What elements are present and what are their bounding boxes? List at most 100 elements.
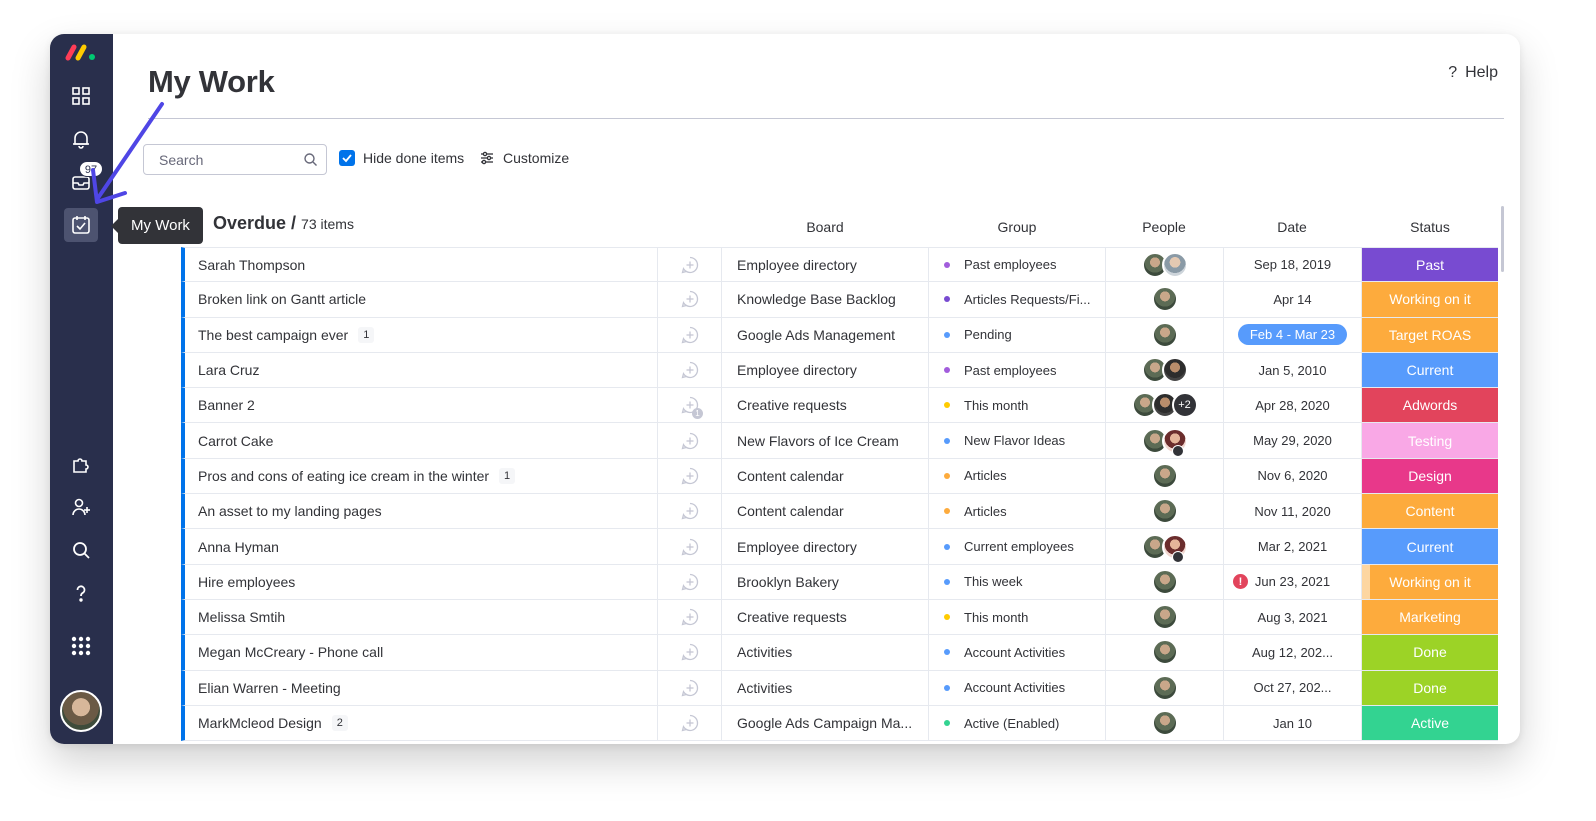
group-cell[interactable]: Past employees xyxy=(929,352,1106,388)
board-cell[interactable]: Content calendar xyxy=(722,494,929,529)
group-cell[interactable]: This week xyxy=(929,564,1106,599)
status-cell[interactable]: Done xyxy=(1362,635,1498,670)
status-cell[interactable]: Adwords xyxy=(1362,388,1498,423)
table-row[interactable]: An asset to my landing pages Content cal… xyxy=(181,494,1498,530)
board-cell[interactable]: Activities xyxy=(722,635,929,670)
date-cell[interactable]: Jan 10 xyxy=(1224,705,1362,741)
people-cell[interactable] xyxy=(1106,458,1224,494)
updates-cell[interactable] xyxy=(658,494,722,529)
date-cell[interactable]: Aug 12, 202... xyxy=(1224,635,1362,670)
people-cell[interactable] xyxy=(1106,705,1224,741)
add-update-icon[interactable] xyxy=(680,642,700,662)
user-avatar[interactable] xyxy=(60,690,102,732)
date-cell[interactable]: Oct 27, 202... xyxy=(1224,670,1362,705)
board-cell[interactable]: Activities xyxy=(722,670,929,705)
status-cell[interactable]: Current xyxy=(1362,529,1498,564)
person-avatar[interactable] xyxy=(1151,710,1178,736)
item-name-cell[interactable]: The best campaign ever 1 xyxy=(185,317,658,352)
item-name[interactable]: An asset to my landing pages xyxy=(198,503,382,519)
date-cell[interactable]: ! Jun 23, 2021 xyxy=(1224,564,1362,599)
add-update-icon[interactable] xyxy=(680,501,700,521)
group-cell[interactable]: Articles xyxy=(929,458,1106,494)
updates-cell[interactable]: 1 xyxy=(658,388,722,423)
status-cell[interactable]: Content xyxy=(1362,494,1498,529)
table-row[interactable]: Lara Cruz Employee directory Past employ… xyxy=(181,352,1498,389)
status-cell[interactable]: Working on it xyxy=(1362,564,1498,599)
board-cell[interactable]: Content calendar xyxy=(722,458,929,494)
item-name[interactable]: Megan McCreary - Phone call xyxy=(198,644,383,660)
people-cell[interactable] xyxy=(1106,599,1224,635)
group-cell[interactable]: New Flavor Ideas xyxy=(929,423,1106,458)
date-cell[interactable]: Aug 3, 2021 xyxy=(1224,599,1362,635)
add-update-icon[interactable] xyxy=(680,255,700,275)
table-row[interactable]: Banner 2 1 Creative requests This month … xyxy=(181,388,1498,424)
person-avatar[interactable] xyxy=(1151,674,1178,701)
date-cell[interactable]: Jan 5, 2010 xyxy=(1224,352,1362,388)
customize-button[interactable]: Customize xyxy=(479,150,569,166)
updates-cell[interactable] xyxy=(658,564,722,599)
person-avatar[interactable] xyxy=(1161,357,1188,384)
people-cell[interactable] xyxy=(1106,352,1224,388)
add-update-icon[interactable] xyxy=(680,537,700,557)
date-cell[interactable]: Feb 4 - Mar 23 xyxy=(1224,317,1362,352)
board-cell[interactable]: Google Ads Management xyxy=(722,317,929,352)
add-update-icon[interactable] xyxy=(680,607,700,627)
board-cell[interactable]: Knowledge Base Backlog xyxy=(722,282,929,317)
table-row[interactable]: Broken link on Gantt article Knowledge B… xyxy=(181,282,1498,318)
people-cell[interactable] xyxy=(1106,423,1224,458)
column-header-status[interactable]: Status xyxy=(1394,219,1466,235)
group-cell[interactable]: Account Activities xyxy=(929,635,1106,670)
people-cell[interactable] xyxy=(1106,670,1224,705)
invite-member-icon[interactable] xyxy=(64,490,98,524)
board-cell[interactable]: New Flavors of Ice Cream xyxy=(722,423,929,458)
people-cell[interactable] xyxy=(1106,282,1224,317)
people-cell[interactable] xyxy=(1106,494,1224,529)
item-name[interactable]: Anna Hyman xyxy=(198,539,279,555)
table-row[interactable]: Megan McCreary - Phone call Activities A… xyxy=(181,635,1498,671)
person-avatar[interactable] xyxy=(1151,498,1178,525)
board-cell[interactable]: Employee directory xyxy=(722,352,929,388)
item-name-cell[interactable]: Anna Hyman xyxy=(185,529,658,564)
status-cell[interactable]: Design xyxy=(1362,458,1498,494)
table-row[interactable]: Hire employees Brooklyn Bakery This week… xyxy=(181,564,1498,600)
person-avatar[interactable] xyxy=(1151,462,1178,489)
help-question-icon[interactable] xyxy=(64,576,98,610)
status-cell[interactable]: Testing xyxy=(1362,423,1498,458)
item-name[interactable]: Elian Warren - Meeting xyxy=(198,680,341,696)
status-cell[interactable]: Working on it xyxy=(1362,282,1498,317)
date-cell[interactable]: Nov 11, 2020 xyxy=(1224,494,1362,529)
item-name-cell[interactable]: Lara Cruz xyxy=(185,352,658,388)
person-avatar[interactable] xyxy=(1151,286,1178,313)
group-cell[interactable]: Current employees xyxy=(929,529,1106,564)
item-name-cell[interactable]: Megan McCreary - Phone call xyxy=(185,635,658,670)
table-row[interactable]: Elian Warren - Meeting Activities Accoun… xyxy=(181,670,1498,706)
updates-cell[interactable] xyxy=(658,458,722,494)
column-header-date[interactable]: Date xyxy=(1256,219,1328,235)
add-update-icon[interactable] xyxy=(680,289,700,309)
hide-done-checkbox[interactable] xyxy=(339,150,355,166)
item-name[interactable]: Melissa Smtih xyxy=(198,609,285,625)
updates-cell[interactable] xyxy=(658,705,722,741)
group-cell[interactable]: Account Activities xyxy=(929,670,1106,705)
column-header-board[interactable]: Board xyxy=(790,219,860,235)
updates-cell[interactable] xyxy=(658,670,722,705)
table-row[interactable]: Carrot Cake New Flavors of Ice Cream New… xyxy=(181,423,1498,459)
board-cell[interactable]: Employee directory xyxy=(722,248,929,282)
group-cell[interactable]: Articles xyxy=(929,494,1106,529)
item-name[interactable]: Hire employees xyxy=(198,574,295,590)
item-name[interactable]: Broken link on Gantt article xyxy=(198,291,366,307)
date-cell[interactable]: Sep 18, 2019 xyxy=(1224,248,1362,282)
status-cell[interactable]: Active xyxy=(1362,705,1498,741)
monday-logo[interactable] xyxy=(65,42,99,62)
help-button[interactable]: ? Help xyxy=(1448,64,1498,82)
person-avatar[interactable] xyxy=(1151,321,1178,348)
board-cell[interactable]: Creative requests xyxy=(722,599,929,635)
people-cell[interactable] xyxy=(1106,317,1224,352)
status-cell[interactable]: Current xyxy=(1362,352,1498,388)
group-cell[interactable]: Pending xyxy=(929,317,1106,352)
search-icon[interactable] xyxy=(64,533,98,567)
column-header-group[interactable]: Group xyxy=(982,219,1052,235)
item-name-cell[interactable]: Hire employees xyxy=(185,564,658,599)
item-name[interactable]: Pros and cons of eating ice cream in the… xyxy=(198,468,489,484)
person-avatar[interactable] xyxy=(1151,639,1178,666)
